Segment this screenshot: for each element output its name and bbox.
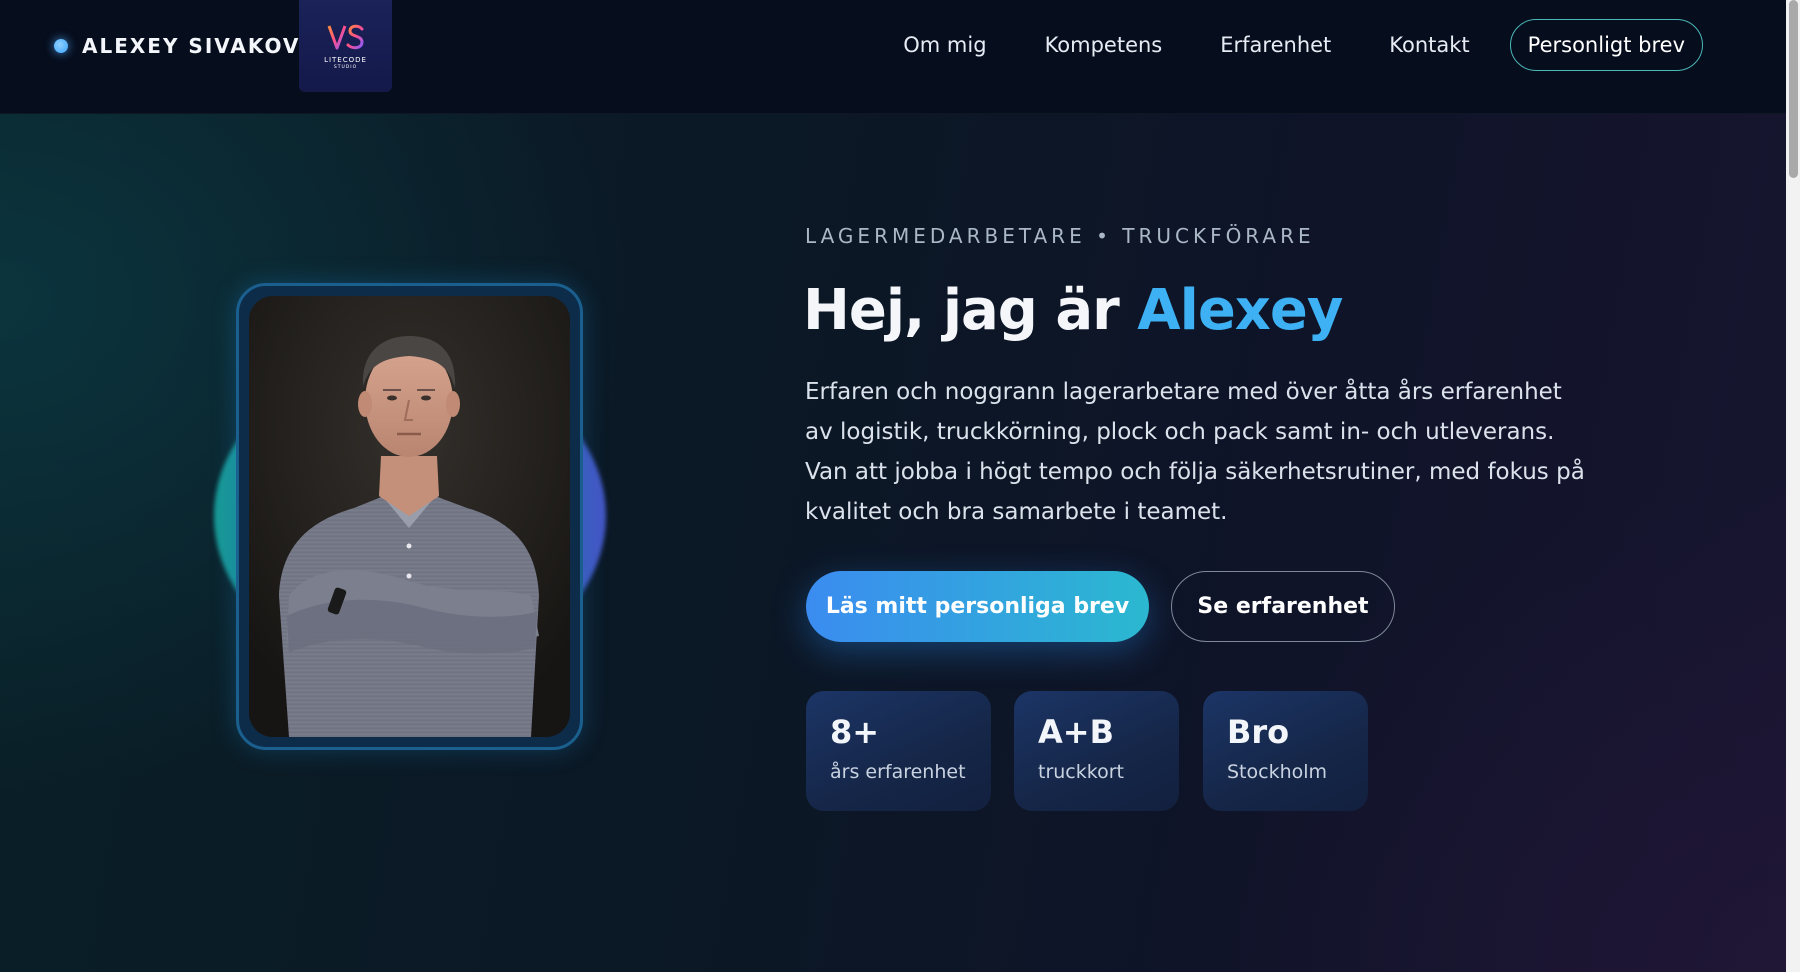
nav-om-mig[interactable]: Om mig xyxy=(903,33,986,57)
stat-value: 8+ xyxy=(830,713,880,751)
stat-card-experience: 8+ års erfarenhet xyxy=(806,691,991,811)
hero-intro: Erfaren och noggrann lagerarbetare med ö… xyxy=(805,379,1585,525)
page: ALEXEY SIVAKOV LITECODE STUDIO Om mig Ko… xyxy=(0,0,1800,972)
portrait-illustration xyxy=(249,296,570,737)
stat-value: Bro xyxy=(1227,713,1290,751)
main-nav: Om mig Kompetens Erfarenhet Kontakt Pers… xyxy=(903,19,1703,71)
nav-kompetens[interactable]: Kompetens xyxy=(1045,33,1163,57)
scrollbar-thumb[interactable] xyxy=(1789,0,1798,178)
stat-card-location: Bro Stockholm xyxy=(1203,691,1368,811)
litecode-logo[interactable]: LITECODE STUDIO xyxy=(299,0,392,92)
vs-logo-icon xyxy=(327,24,364,49)
profile-photo-frame xyxy=(236,283,583,750)
nav-erfarenhet[interactable]: Erfarenhet xyxy=(1220,33,1331,57)
nav-kontakt[interactable]: Kontakt xyxy=(1389,33,1469,57)
profile-photo xyxy=(249,296,570,737)
stat-label: truckkort xyxy=(1038,761,1124,783)
read-letter-button[interactable]: Läs mitt personliga brev xyxy=(806,571,1149,642)
hero-headline: Hej, jag är Alexey xyxy=(803,278,1343,343)
headline-prefix: Hej, jag är xyxy=(803,278,1138,343)
logo-sub: STUDIO xyxy=(333,64,358,70)
site-header: ALEXEY SIVAKOV LITECODE STUDIO Om mig Ko… xyxy=(0,0,1786,114)
stat-value: A+B xyxy=(1038,713,1114,751)
stat-card-truckkort: A+B truckkort xyxy=(1014,691,1179,811)
brand-name: ALEXEY SIVAKOV xyxy=(82,34,301,58)
page-scrollbar[interactable] xyxy=(1786,0,1800,972)
brand-dot-icon xyxy=(54,39,68,53)
stat-label: års erfarenhet xyxy=(830,761,966,783)
headline-name: Alexey xyxy=(1137,278,1343,343)
nav-personligt-brev-button[interactable]: Personligt brev xyxy=(1509,19,1703,71)
logo-text: LITECODE STUDIO xyxy=(324,56,367,72)
brand[interactable]: ALEXEY SIVAKOV xyxy=(54,30,300,62)
see-experience-button[interactable]: Se erfarenhet xyxy=(1171,571,1395,642)
hero-eyebrow: LAGERMEDARBETARE • TRUCKFÖRARE xyxy=(805,224,1315,248)
logo-name: LITECODE xyxy=(324,55,367,64)
stat-label: Stockholm xyxy=(1227,761,1328,783)
